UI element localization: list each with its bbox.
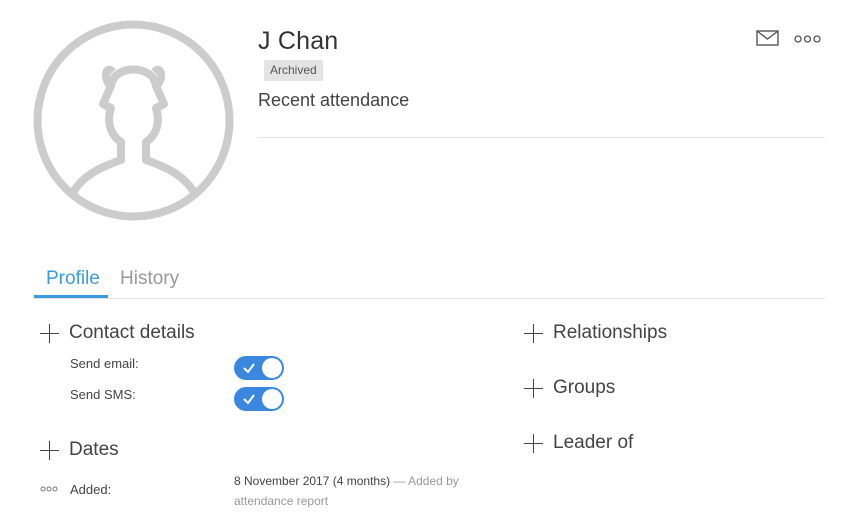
- added-date: 8 November 2017 (4 months): [234, 474, 391, 488]
- send-email-label: Send email:: [70, 356, 139, 371]
- checkmark-icon: [243, 363, 255, 374]
- send-email-toggle[interactable]: [234, 356, 284, 380]
- ellipsis-icon[interactable]: [40, 486, 58, 492]
- status-badge: Archived: [264, 60, 323, 81]
- toggle-knob: [262, 389, 282, 409]
- plus-icon: [524, 433, 543, 453]
- toggle-knob: [262, 358, 282, 378]
- active-tab-indicator: [34, 295, 108, 298]
- groups-title: Groups: [553, 377, 616, 398]
- leader-of-title: Leader of: [553, 432, 634, 453]
- recent-attendance-label: Recent attendance: [258, 90, 410, 110]
- avatar: [33, 20, 234, 221]
- contact-details-title: Contact details: [69, 322, 195, 343]
- relationships-section-toggle[interactable]: Relationships: [524, 322, 667, 344]
- send-email-button[interactable]: [756, 29, 779, 47]
- more-options-button[interactable]: [794, 32, 821, 44]
- added-date-value: 8 November 2017 (4 months) — Added by at…: [234, 471, 484, 511]
- person-silhouette-icon: [33, 20, 234, 221]
- person-name: J Chan: [258, 27, 339, 55]
- plus-icon: [40, 440, 59, 460]
- relationships-title: Relationships: [553, 322, 668, 343]
- header-divider: [258, 137, 825, 138]
- dates-section-toggle[interactable]: Dates: [40, 439, 119, 461]
- contact-details-section-toggle[interactable]: Contact details: [40, 322, 195, 344]
- profile-tabs: Profile History: [33, 262, 825, 299]
- dates-title: Dates: [69, 439, 119, 460]
- envelope-icon: [756, 30, 779, 46]
- plus-icon: [40, 323, 59, 343]
- checkmark-icon: [243, 394, 255, 405]
- plus-icon: [524, 378, 543, 398]
- send-sms-toggle[interactable]: [234, 387, 284, 411]
- added-label: Added:: [70, 482, 112, 497]
- groups-section-toggle[interactable]: Groups: [524, 377, 615, 399]
- send-sms-label: Send SMS:: [70, 387, 136, 402]
- tab-history[interactable]: History: [120, 268, 179, 290]
- ellipsis-icon: [794, 35, 821, 43]
- tab-profile[interactable]: Profile: [46, 268, 100, 290]
- leader-of-section-toggle[interactable]: Leader of: [524, 432, 633, 454]
- plus-icon: [524, 323, 543, 343]
